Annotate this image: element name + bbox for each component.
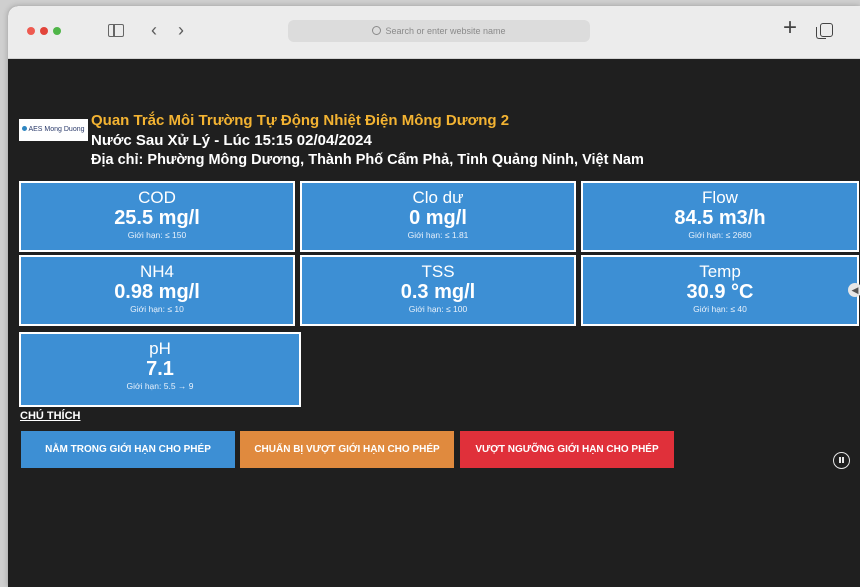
tab-overview-icon[interactable] [816,23,833,39]
metric-limit: Giới hạn: ≤ 10 [130,304,184,314]
metric-limit: Giới hạn: ≤ 100 [408,304,468,314]
metric-limit: Giới hạn: ≤ 2680 [688,230,752,240]
metric-card-flow: Flow 84.5 m3/h Giới hạn: ≤ 2680 [581,181,859,252]
minimize-window-button[interactable] [40,27,48,35]
monitoring-page: AES Mong Duong Quan Trắc Môi Trường Tự Đ… [8,59,860,587]
company-logo: AES Mong Duong [19,119,88,141]
close-window-button[interactable] [27,27,35,35]
legend-within-limit: NẰM TRONG GIỚI HẠN CHO PHÉP [21,431,235,468]
metric-card-temp: Temp 30.9 °C Giới hạn: ≤ 40 [581,255,859,326]
forward-icon[interactable]: › [178,19,184,41]
metric-value: 0.98 mg/l [114,281,200,303]
metric-card-cod: COD 25.5 mg/l Giới hạn: ≤ 150 [19,181,295,252]
legend-over-limit: VƯỢT NGƯỠNG GIỚI HẠN CHO PHÉP [460,431,674,468]
metric-limit: Giới hạn: ≤ 150 [127,230,187,240]
metric-limit: Giới hạn: ≤ 1.81 [407,230,469,240]
metric-card-ph: pH 7.1 Giới hạn: 5.5 → 9 [19,332,301,407]
metric-limit: Giới hạn: ≤ 40 [693,304,747,314]
metric-value: 84.5 m3/h [674,207,766,229]
metric-value: 30.9 °C [686,281,754,303]
metric-value: 7.1 [146,358,174,380]
legend-near-limit: CHUẨN BỊ VƯỢT GIỚI HẠN CHO PHÉP [240,431,454,468]
search-icon [372,26,382,35]
new-tab-icon[interactable]: + [783,16,797,40]
metric-name: Flow [702,188,738,207]
metric-name: TSS [421,262,455,281]
metric-value: 0 mg/l [409,207,467,229]
browser-window: ‹ › Search or enter website name + AES M… [8,6,860,587]
metric-card-clo-du: Clo dư 0 mg/l Giới hạn: ≤ 1.81 [300,181,576,252]
logo-mark-icon [22,126,28,131]
metric-card-nh4: NH4 0.98 mg/l Giới hạn: ≤ 10 [19,255,295,326]
sidebar-icon[interactable] [108,24,124,37]
scroll-arrow-icon[interactable]: ◀ [848,283,860,297]
metric-name: NH4 [139,262,174,281]
pause-icon[interactable] [833,452,850,469]
back-icon[interactable]: ‹ [151,19,157,41]
metric-name: pH [149,339,171,358]
address-bar[interactable]: Search or enter website name [288,20,590,42]
page-title: Quan Trắc Môi Trường Tự Động Nhiệt Điện … [91,112,510,129]
page-address: Địa chỉ: Phường Mông Dương, Thành Phố Cẩ… [91,152,644,168]
logo-text: AES Mong Duong [28,126,85,133]
metric-limit: Giới hạn: 5.5 → 9 [126,381,194,391]
metric-card-tss: TSS 0.3 mg/l Giới hạn: ≤ 100 [300,255,576,326]
metric-name: Clo dư [412,188,464,207]
page-subtitle: Nước Sau Xử Lý - Lúc 15:15 02/04/2024 [91,132,372,149]
metric-name: Temp [699,262,741,281]
zoom-window-button[interactable] [53,27,61,35]
address-bar-placeholder: Search or enter website name [385,26,506,36]
metric-name: COD [138,188,176,207]
metric-value: 25.5 mg/l [114,207,200,229]
browser-toolbar: ‹ › Search or enter website name + [8,6,860,59]
metric-value: 0.3 mg/l [400,281,476,303]
legend-title: CHÚ THÍCH [20,410,81,422]
